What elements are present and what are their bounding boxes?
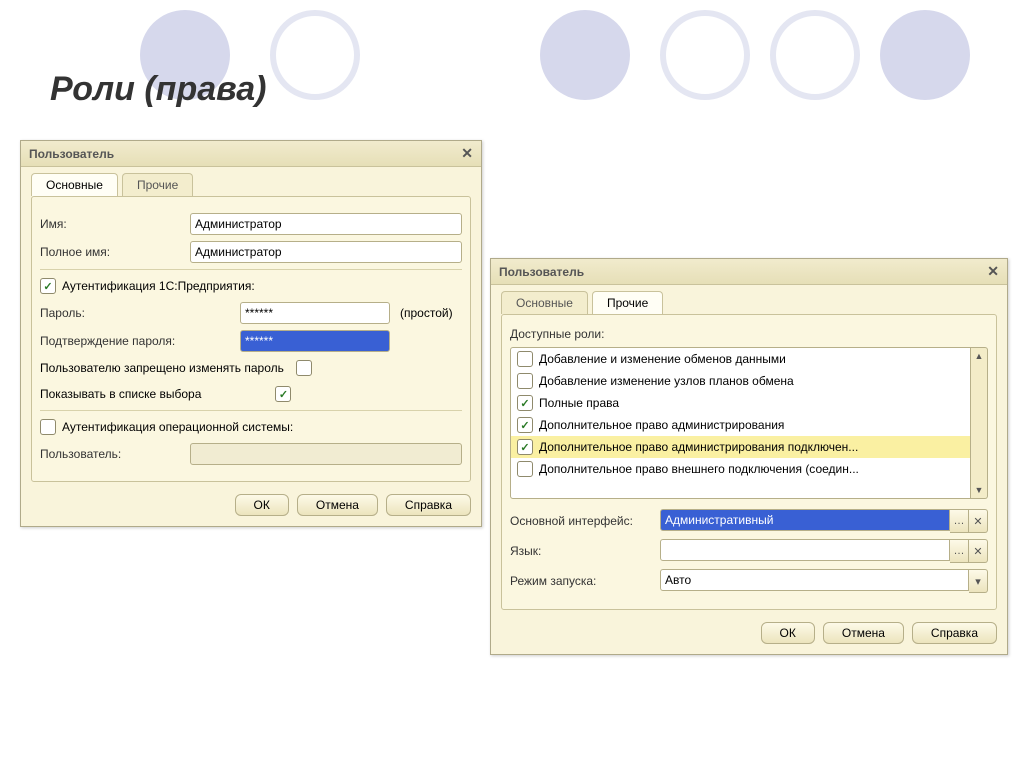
- label-os-auth: Аутентификация операционной системы:: [62, 420, 293, 434]
- label-name: Имя:: [40, 217, 190, 231]
- label-auth-1c: Аутентификация 1С:Предприятия:: [62, 279, 255, 293]
- role-item[interactable]: Добавление и изменение обменов данными: [511, 348, 970, 370]
- checkbox-cantchange[interactable]: [296, 360, 312, 376]
- scrollbar[interactable]: ▲ ▼: [971, 347, 988, 499]
- ok-button[interactable]: ОК: [235, 494, 289, 516]
- tab-pane-main: Имя: Полное имя: Аутентификация 1С:Предп…: [31, 196, 471, 482]
- language-field[interactable]: [660, 539, 950, 561]
- tab-main[interactable]: Основные: [31, 173, 118, 196]
- close-icon[interactable]: ✕: [987, 263, 999, 280]
- tab-other[interactable]: Прочие: [592, 291, 663, 314]
- role-label: Добавление и изменение обменов данными: [539, 352, 786, 366]
- clear-icon[interactable]: ✕: [969, 539, 988, 563]
- interface-combo[interactable]: … ✕: [660, 509, 988, 533]
- user-dialog-main: Пользователь ✕ Основные Прочие Имя: Полн…: [20, 140, 482, 527]
- cancel-button[interactable]: Отмена: [297, 494, 378, 516]
- role-label: Полные права: [539, 396, 619, 410]
- checkbox-auth-1c[interactable]: [40, 278, 56, 294]
- label-confirm: Подтверждение пароля:: [40, 334, 240, 348]
- role-checkbox[interactable]: [517, 417, 533, 433]
- roles-listbox: Добавление и изменение обменов данными До…: [510, 347, 988, 499]
- decoration-circle: [660, 10, 750, 100]
- label-fullname: Полное имя:: [40, 245, 190, 259]
- label-password: Пароль:: [40, 306, 240, 320]
- help-button[interactable]: Справка: [386, 494, 471, 516]
- role-label: Дополнительное право внешнего подключени…: [539, 462, 859, 476]
- checkbox-os-auth[interactable]: [40, 419, 56, 435]
- role-item[interactable]: Дополнительное право администрирования: [511, 414, 970, 436]
- button-row: ОК Отмена Справка: [491, 616, 1007, 654]
- scroll-up-icon[interactable]: ▲: [971, 348, 987, 364]
- button-row: ОК Отмена Справка: [21, 488, 481, 526]
- role-label: Дополнительное право администрирования: [539, 418, 784, 432]
- role-checkbox[interactable]: [517, 461, 533, 477]
- role-label: Дополнительное право администрирования п…: [539, 440, 858, 454]
- startmode-field[interactable]: [660, 569, 969, 591]
- label-language: Язык:: [510, 544, 660, 558]
- divider: [40, 269, 462, 270]
- slide-title: Роли (права): [50, 70, 266, 109]
- label-showinlist: Показывать в списке выбора: [40, 387, 201, 401]
- role-checkbox[interactable]: [517, 373, 533, 389]
- checkbox-showinlist[interactable]: [275, 386, 291, 402]
- titlebar[interactable]: Пользователь ✕: [21, 141, 481, 167]
- password-field[interactable]: [240, 302, 390, 324]
- window-title: Пользователь: [499, 265, 584, 279]
- interface-field[interactable]: [660, 509, 950, 531]
- role-item[interactable]: Дополнительное право внешнего подключени…: [511, 458, 970, 480]
- decoration-circle: [270, 10, 360, 100]
- role-label: Добавление изменение узлов планов обмена: [539, 374, 794, 388]
- ok-button[interactable]: ОК: [761, 622, 815, 644]
- roles-list[interactable]: Добавление и изменение обменов данными До…: [510, 347, 971, 499]
- role-checkbox[interactable]: [517, 439, 533, 455]
- cancel-button[interactable]: Отмена: [823, 622, 904, 644]
- divider: [40, 410, 462, 411]
- window-title: Пользователь: [29, 147, 114, 161]
- clear-icon[interactable]: ✕: [969, 509, 988, 533]
- fullname-field[interactable]: [190, 241, 462, 263]
- confirm-field[interactable]: [240, 330, 390, 352]
- label-os-user: Пользователь:: [40, 447, 190, 461]
- titlebar[interactable]: Пользователь ✕: [491, 259, 1007, 285]
- role-item[interactable]: Полные права: [511, 392, 970, 414]
- role-item[interactable]: Добавление изменение узлов планов обмена: [511, 370, 970, 392]
- role-item[interactable]: Дополнительное право администрирования п…: [511, 436, 970, 458]
- os-user-field: [190, 443, 462, 465]
- decoration-circle: [540, 10, 630, 100]
- role-checkbox[interactable]: [517, 395, 533, 411]
- select-icon[interactable]: …: [950, 539, 969, 563]
- name-field[interactable]: [190, 213, 462, 235]
- select-icon[interactable]: …: [950, 509, 969, 533]
- help-button[interactable]: Справка: [912, 622, 997, 644]
- label-startmode: Режим запуска:: [510, 574, 660, 588]
- role-checkbox[interactable]: [517, 351, 533, 367]
- label-interface: Основной интерфейс:: [510, 514, 660, 528]
- password-strength: (простой): [400, 306, 453, 320]
- tab-pane-other: Доступные роли: Добавление и изменение о…: [501, 314, 997, 610]
- tab-bar: Основные Прочие: [491, 285, 1007, 314]
- label-roles: Доступные роли:: [510, 327, 988, 341]
- tab-main[interactable]: Основные: [501, 291, 588, 314]
- user-dialog-other: Пользователь ✕ Основные Прочие Доступные…: [490, 258, 1008, 655]
- tab-other[interactable]: Прочие: [122, 173, 193, 196]
- close-icon[interactable]: ✕: [461, 145, 473, 162]
- language-combo[interactable]: … ✕: [660, 539, 988, 563]
- decoration-circle: [770, 10, 860, 100]
- tab-bar: Основные Прочие: [21, 167, 481, 196]
- chevron-down-icon[interactable]: ▾: [969, 569, 988, 593]
- label-cantchange: Пользователю запрещено изменять пароль: [40, 361, 284, 375]
- scroll-down-icon[interactable]: ▼: [971, 482, 987, 498]
- decoration-circle: [880, 10, 970, 100]
- startmode-combo[interactable]: ▾: [660, 569, 988, 593]
